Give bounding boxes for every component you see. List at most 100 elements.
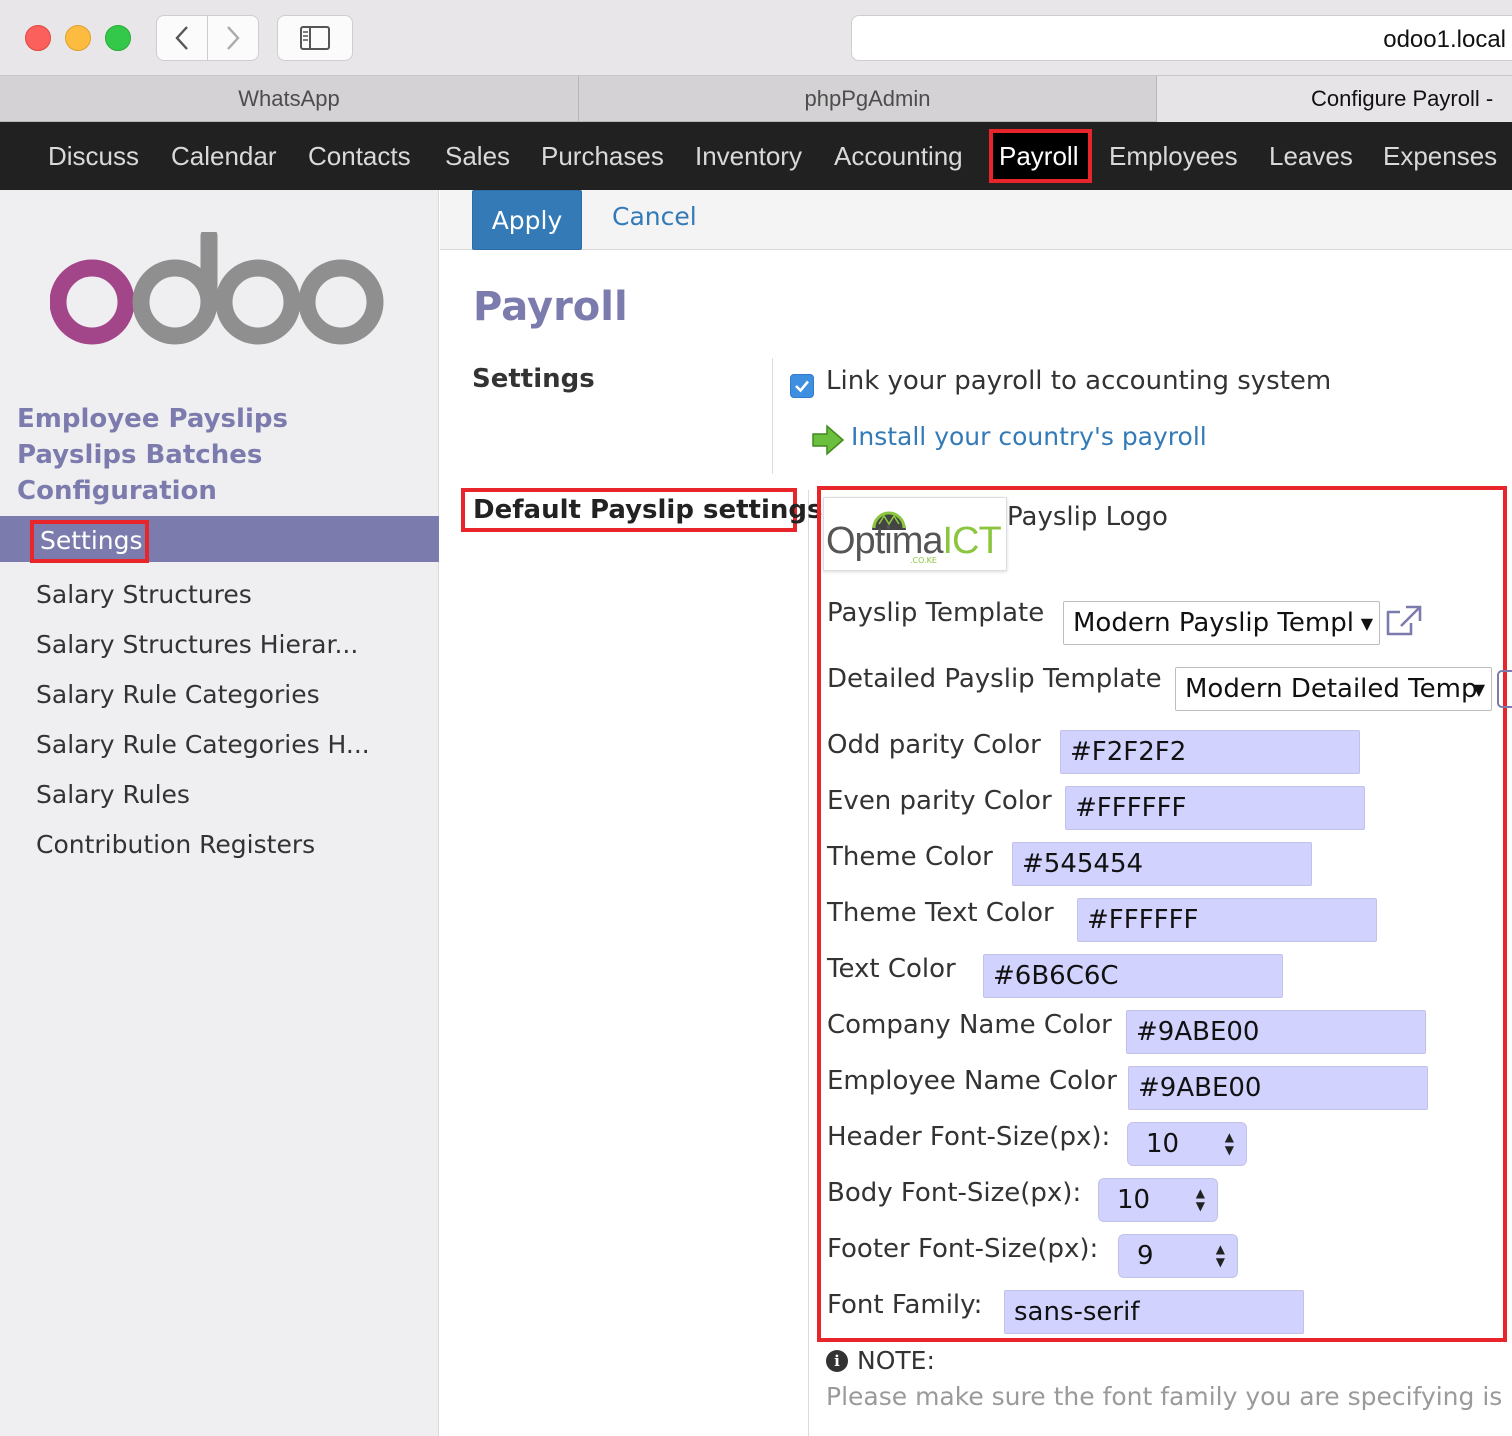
body-font-size-stepper[interactable]: 10 ▲ ▼: [1098, 1178, 1218, 1222]
sidebar-section-configuration[interactable]: Configuration: [17, 476, 217, 506]
chevron-down-icon: ▼: [1360, 614, 1373, 633]
app-sidebar: Employee Payslips Payslips Batches Confi…: [0, 190, 439, 1436]
text-color-input[interactable]: #6B6C6C: [983, 954, 1283, 998]
install-country-payroll-link[interactable]: Install your country's payroll: [851, 422, 1207, 451]
page-title: Payroll: [473, 284, 628, 330]
sidebar-item-salary-structures-hierarchy[interactable]: Salary Structures Hierar...: [36, 630, 358, 659]
detailed-template-label: Detailed Payslip Template: [827, 664, 1162, 694]
even-parity-color-label: Even parity Color: [827, 786, 1052, 816]
employee-name-color-label: Employee Name Color: [827, 1066, 1117, 1096]
theme-color-input[interactable]: #545454: [1012, 842, 1312, 886]
company-name-color-label: Company Name Color: [827, 1010, 1112, 1040]
tab-phppgadmin[interactable]: phpPgAdmin: [579, 76, 1157, 122]
detailed-template-value: Modern Detailed Temp: [1185, 674, 1478, 704]
settings-group-title: Settings: [472, 364, 595, 394]
header-font-size-label: Header Font-Size(px):: [827, 1122, 1111, 1152]
sidebar-section-payslips-batches[interactable]: Payslips Batches: [17, 440, 262, 470]
employee-name-color-input[interactable]: #9ABE00: [1128, 1066, 1428, 1110]
company-logo-subtext: .CO.KE: [910, 556, 937, 565]
divider: [772, 358, 773, 474]
external-link-icon[interactable]: [1497, 670, 1512, 708]
payslip-template-value: Modern Payslip Templ: [1073, 608, 1354, 638]
back-chevron-icon: [175, 26, 188, 50]
theme-text-color-label: Theme Text Color: [827, 898, 1054, 928]
menu-discuss[interactable]: Discuss: [48, 122, 139, 190]
company-name-color-input[interactable]: #9ABE00: [1126, 1010, 1426, 1054]
body-font-size-label: Body Font-Size(px):: [827, 1178, 1082, 1208]
sidebar-item-salary-structures[interactable]: Salary Structures: [36, 580, 252, 609]
default-payslip-settings-highlight: Default Payslip settings: [461, 488, 822, 532]
payslip-template-select[interactable]: Modern Payslip Templ ▼: [1063, 601, 1380, 645]
even-parity-color-input[interactable]: #FFFFFF: [1065, 786, 1365, 830]
theme-color-label: Theme Color: [827, 842, 993, 872]
odd-parity-color-label: Odd parity Color: [827, 730, 1041, 760]
sidebar-item-salary-rule-categories-hierarchy[interactable]: Salary Rule Categories H...: [36, 730, 370, 759]
font-family-input[interactable]: sans-serif: [1004, 1290, 1304, 1334]
sidebar-section-employee-payslips[interactable]: Employee Payslips: [17, 404, 288, 434]
tab-configure-payroll[interactable]: Configure Payroll -: [1157, 76, 1512, 122]
browser-toolbar: odoo1.local: [0, 0, 1512, 76]
stepper-arrows-icon[interactable]: ▲ ▼: [1216, 1243, 1225, 1269]
divider: [808, 490, 809, 1436]
header-font-size-value: 10: [1146, 1129, 1180, 1159]
theme-text-color-input[interactable]: #FFFFFF: [1077, 898, 1377, 942]
address-bar[interactable]: odoo1.local: [851, 15, 1512, 61]
sidebar-toggle-button[interactable]: [277, 15, 353, 61]
stepper-arrows-icon[interactable]: ▲ ▼: [1225, 1131, 1234, 1157]
forward-button[interactable]: [207, 16, 258, 60]
settings-highlight: Settings: [30, 520, 149, 563]
sidebar-item-settings[interactable]: Settings: [0, 516, 439, 563]
tab-whatsapp[interactable]: WhatsApp: [0, 76, 579, 122]
cancel-button[interactable]: Cancel: [612, 202, 697, 231]
zoom-window-button[interactable]: [105, 25, 131, 51]
browser-tabs: WhatsApp phpPgAdmin Configure Payroll -: [0, 76, 1512, 122]
default-payslip-settings-title: Default Payslip settings: [473, 495, 823, 525]
menu-employees[interactable]: Employees: [1109, 122, 1238, 190]
menu-contacts[interactable]: Contacts: [308, 122, 411, 190]
payslip-logo-label: Payslip Logo: [1007, 502, 1168, 532]
payslip-logo-image[interactable]: OptimaICT .CO.KE: [823, 497, 1007, 571]
back-button[interactable]: [157, 16, 207, 60]
note-label: NOTE:: [857, 1346, 935, 1375]
close-window-button[interactable]: [25, 25, 51, 51]
main-menu: Discuss Calendar Contacts Sales Purchase…: [0, 122, 1512, 190]
payslip-template-label: Payslip Template: [827, 598, 1045, 628]
link-accounting-checkbox[interactable]: [790, 374, 814, 398]
footer-font-size-stepper[interactable]: 9 ▲ ▼: [1118, 1234, 1238, 1278]
menu-inventory[interactable]: Inventory: [695, 122, 802, 190]
odd-parity-color-input[interactable]: #F2F2F2: [1060, 730, 1360, 774]
chevron-down-icon: ▼: [1472, 680, 1485, 699]
note-text: Please make sure the font family you are…: [826, 1382, 1503, 1411]
sidebar-item-settings-label: Settings: [40, 526, 143, 555]
sidebar-item-salary-rule-categories[interactable]: Salary Rule Categories: [36, 680, 320, 709]
sidebar-icon: [300, 26, 330, 50]
apply-button[interactable]: Apply: [472, 190, 582, 250]
link-accounting-label: Link your payroll to accounting system: [826, 366, 1332, 396]
menu-sales[interactable]: Sales: [445, 122, 510, 190]
odoo-logo: [50, 232, 384, 345]
external-link-icon[interactable]: [1385, 604, 1423, 638]
info-icon: i: [826, 1350, 848, 1372]
menu-payroll[interactable]: Payroll: [999, 122, 1078, 190]
stepper-arrows-icon[interactable]: ▲ ▼: [1196, 1187, 1205, 1213]
font-family-label: Font Family:: [827, 1290, 983, 1320]
menu-leaves[interactable]: Leaves: [1269, 122, 1353, 190]
header-font-size-stepper[interactable]: 10 ▲ ▼: [1127, 1122, 1247, 1166]
sidebar-item-salary-rules[interactable]: Salary Rules: [36, 780, 190, 809]
forward-chevron-icon: [227, 26, 240, 50]
menu-accounting[interactable]: Accounting: [834, 122, 963, 190]
menu-calendar[interactable]: Calendar: [171, 122, 277, 190]
footer-font-size-value: 9: [1137, 1241, 1154, 1271]
menu-expenses[interactable]: Expenses: [1383, 122, 1497, 190]
checkmark-icon: [795, 380, 809, 393]
detailed-template-select[interactable]: Modern Detailed Temp ▼: [1175, 667, 1492, 711]
body-font-size-value: 10: [1117, 1185, 1151, 1215]
green-arrow-icon: [812, 424, 845, 456]
menu-purchases[interactable]: Purchases: [541, 122, 664, 190]
footer-font-size-label: Footer Font-Size(px):: [827, 1234, 1099, 1264]
control-panel: Apply Cancel: [440, 190, 1512, 250]
sidebar-item-contribution-registers[interactable]: Contribution Registers: [36, 830, 315, 859]
minimize-window-button[interactable]: [65, 25, 91, 51]
text-color-label: Text Color: [827, 954, 956, 984]
url-text: odoo1.local: [1383, 26, 1506, 53]
